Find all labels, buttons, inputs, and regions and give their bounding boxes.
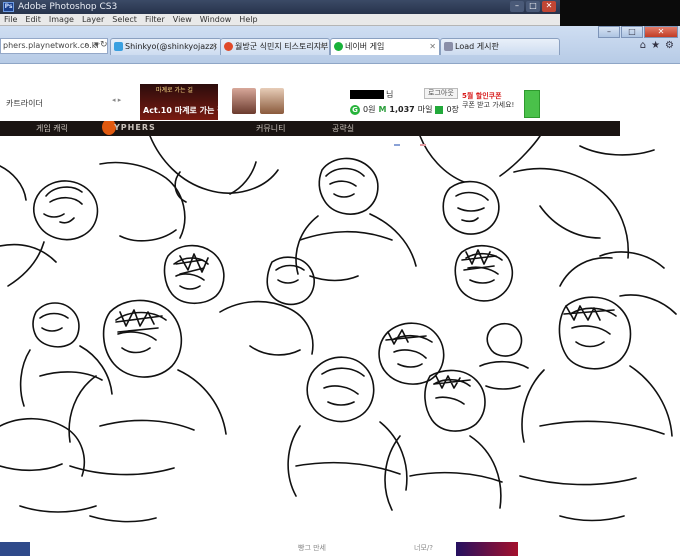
photoshop-title-bar: Ps Adobe Photoshop CS3 – □ ✕ bbox=[0, 0, 560, 14]
close-tab-icon[interactable]: ✕ bbox=[319, 39, 326, 55]
canvas-tag[interactable] bbox=[420, 144, 426, 146]
nav-item[interactable]: 게임 캐릭 bbox=[36, 123, 68, 134]
g-coin-icon: G bbox=[350, 104, 360, 115]
points-value: 0원 bbox=[363, 105, 376, 114]
address-bar[interactable]: phers.playnetwork.co.kr bbox=[0, 38, 108, 54]
tab-twitter[interactable]: Shinkyo(@shinkyojazz) 님 | ✕ bbox=[110, 38, 222, 55]
avatar[interactable] bbox=[260, 88, 284, 114]
nav-item[interactable]: 공략실 bbox=[332, 123, 354, 134]
dropdown-icon[interactable]: ▾ bbox=[94, 40, 99, 50]
banner-nav-arrows[interactable]: ◂ ▸ bbox=[112, 96, 121, 104]
board-icon bbox=[444, 42, 453, 51]
coupon-title: 5월 할인쿠폰 bbox=[462, 92, 502, 100]
tistory-icon bbox=[224, 42, 233, 51]
naver-game-icon bbox=[334, 42, 343, 51]
avatar[interactable] bbox=[232, 88, 256, 114]
logout-button[interactable]: 로그아웃 bbox=[424, 88, 458, 99]
search-icon[interactable]: ⌕ bbox=[84, 40, 89, 50]
tab-load-board[interactable]: Load 게시판 bbox=[440, 38, 560, 55]
tab-naver-game[interactable]: 네이버 게임 ✕ bbox=[330, 38, 440, 55]
browser-close-button[interactable]: ✕ bbox=[644, 26, 678, 38]
menu-select[interactable]: Select bbox=[108, 14, 141, 26]
browser-toolbar: ⌂ ★ ⚙ bbox=[640, 40, 674, 51]
star-icon[interactable]: ★ bbox=[651, 40, 660, 51]
drawing-canvas[interactable] bbox=[0, 136, 680, 542]
nav-item[interactable]: 커뮤니티 bbox=[256, 123, 285, 134]
banner-subtitle: 마계로 가는 길 bbox=[156, 87, 193, 94]
user-stats: G 0원 M 1,037 마일 0장 bbox=[350, 104, 459, 115]
coupon-promo[interactable]: 5월 할인쿠폰 쿠폰 받고 가세요! bbox=[462, 92, 524, 118]
mileage-icon: M bbox=[378, 105, 387, 114]
menu-window[interactable]: Window bbox=[196, 14, 236, 26]
page-footer: 빵그 만세 너모/? bbox=[0, 542, 680, 556]
coupon-count: 0장 bbox=[446, 105, 459, 114]
menu-edit[interactable]: Edit bbox=[21, 14, 45, 26]
window-title: Adobe Photoshop CS3 bbox=[18, 2, 118, 12]
coupon-count-icon bbox=[435, 105, 444, 114]
gear-icon[interactable]: ⚙ bbox=[665, 40, 674, 51]
mileage-unit: 마일 bbox=[417, 105, 433, 114]
sketch-artwork bbox=[0, 136, 677, 523]
mileage-value: 1,037 bbox=[389, 105, 415, 114]
home-icon[interactable]: ⌂ bbox=[640, 40, 646, 51]
twitter-icon bbox=[114, 42, 123, 51]
footer-text-right: 너모/? bbox=[414, 544, 433, 552]
browser-minimize-button[interactable]: – bbox=[598, 26, 620, 38]
tab-label: 네이버 게임 bbox=[345, 42, 385, 51]
menu-image[interactable]: Image bbox=[45, 14, 78, 26]
browser-maximize-button[interactable]: □ bbox=[621, 26, 643, 38]
maximize-button[interactable]: □ bbox=[526, 1, 540, 12]
game-logo[interactable]: YPHERS bbox=[114, 123, 156, 132]
tab-label: 월방군 식민지 티스토리지부... bbox=[235, 42, 330, 51]
photoshop-logo-icon: Ps bbox=[3, 2, 14, 12]
browser-window-controls: – □ ✕ bbox=[598, 26, 678, 38]
user-suffix: 님 bbox=[386, 90, 394, 99]
page-header: 카트라이더 ◂ ▸ 마계로 가는 길 Act.10 마계로 가는 길 님 로그아… bbox=[0, 64, 620, 121]
banner-title: Act.10 마계로 가는 길 bbox=[143, 106, 218, 115]
game-nav-strip: 게임 캐릭 YPHERS 커뮤니티 공략실 bbox=[0, 121, 620, 136]
desktop-background bbox=[560, 0, 680, 26]
coupon-button[interactable] bbox=[524, 90, 540, 118]
category-label[interactable]: 카트라이더 bbox=[6, 98, 43, 109]
reload-icon[interactable]: ↻ bbox=[100, 40, 108, 50]
coupon-desc: 쿠폰 받고 가세요! bbox=[462, 101, 515, 109]
browser-chrome: – □ ✕ phers.playnetwork.co.kr ⌕ ▾ ↻ Shin… bbox=[0, 26, 680, 64]
minimize-button[interactable]: – bbox=[510, 1, 524, 12]
canvas-tag[interactable] bbox=[394, 144, 400, 146]
footer-block bbox=[0, 542, 30, 556]
close-button[interactable]: ✕ bbox=[542, 1, 556, 12]
username-redacted bbox=[350, 90, 384, 99]
menu-view[interactable]: View bbox=[169, 14, 196, 26]
footer-text: 빵그 만세 bbox=[298, 544, 326, 552]
tab-label: Shinkyo(@shinkyojazz) 님 | bbox=[125, 42, 222, 51]
photoshop-menu-bar: File Edit Image Layer Select Filter View Window… bbox=[0, 14, 560, 26]
desktop-screenshot: { "photoshop": { "title": "Adobe Photosh… bbox=[0, 0, 680, 556]
photoshop-window-controls: – □ ✕ bbox=[510, 1, 556, 13]
footer-promo-banner[interactable] bbox=[456, 542, 518, 556]
menu-filter[interactable]: Filter bbox=[141, 14, 169, 26]
tab-label: Load 게시판 bbox=[455, 42, 499, 51]
tab-tistory[interactable]: 월방군 식민지 티스토리지부... ✕ bbox=[220, 38, 330, 55]
menu-layer[interactable]: Layer bbox=[78, 14, 108, 26]
close-tab-icon[interactable]: ✕ bbox=[429, 39, 436, 55]
menu-file[interactable]: File bbox=[0, 14, 21, 26]
close-tab-icon[interactable]: ✕ bbox=[211, 39, 218, 55]
event-banner[interactable]: 마계로 가는 길 Act.10 마계로 가는 길 bbox=[140, 84, 218, 120]
user-panel: 님 로그아웃 G 0원 M 1,037 마일 0장 bbox=[350, 88, 460, 120]
browser-window: – □ ✕ phers.playnetwork.co.kr ⌕ ▾ ↻ Shin… bbox=[0, 26, 680, 136]
menu-help[interactable]: Help bbox=[235, 14, 261, 26]
